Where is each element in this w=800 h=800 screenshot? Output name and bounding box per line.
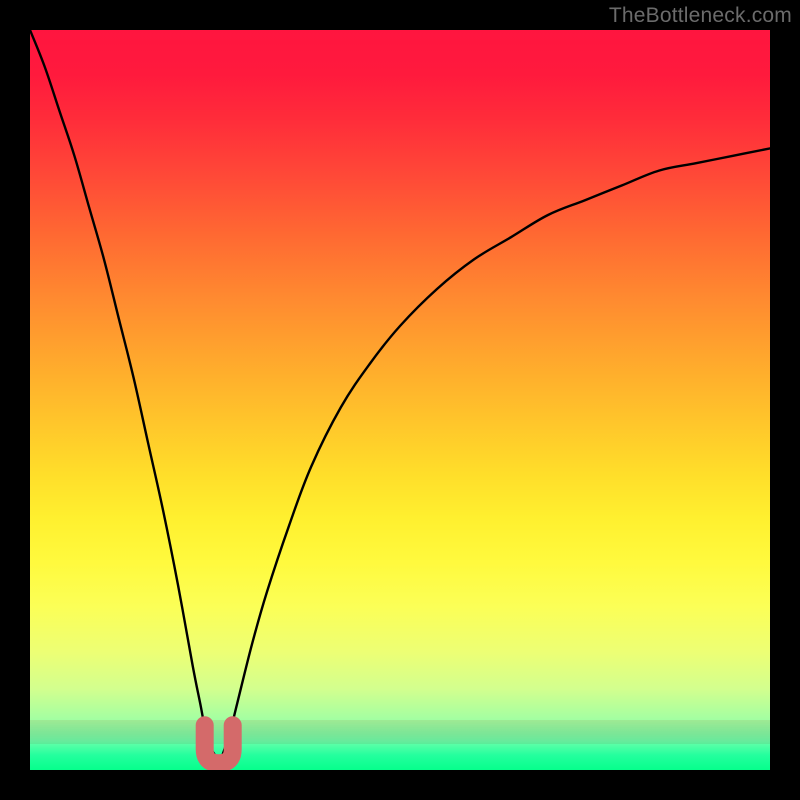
- chart-frame: TheBottleneck.com: [0, 0, 800, 800]
- u-marker-icon: [205, 725, 233, 763]
- watermark-text: TheBottleneck.com: [609, 4, 792, 28]
- curve-left-branch: [30, 30, 215, 755]
- bottleneck-curve: [30, 30, 770, 770]
- plot-area: [30, 30, 770, 770]
- curve-right-branch: [222, 148, 770, 755]
